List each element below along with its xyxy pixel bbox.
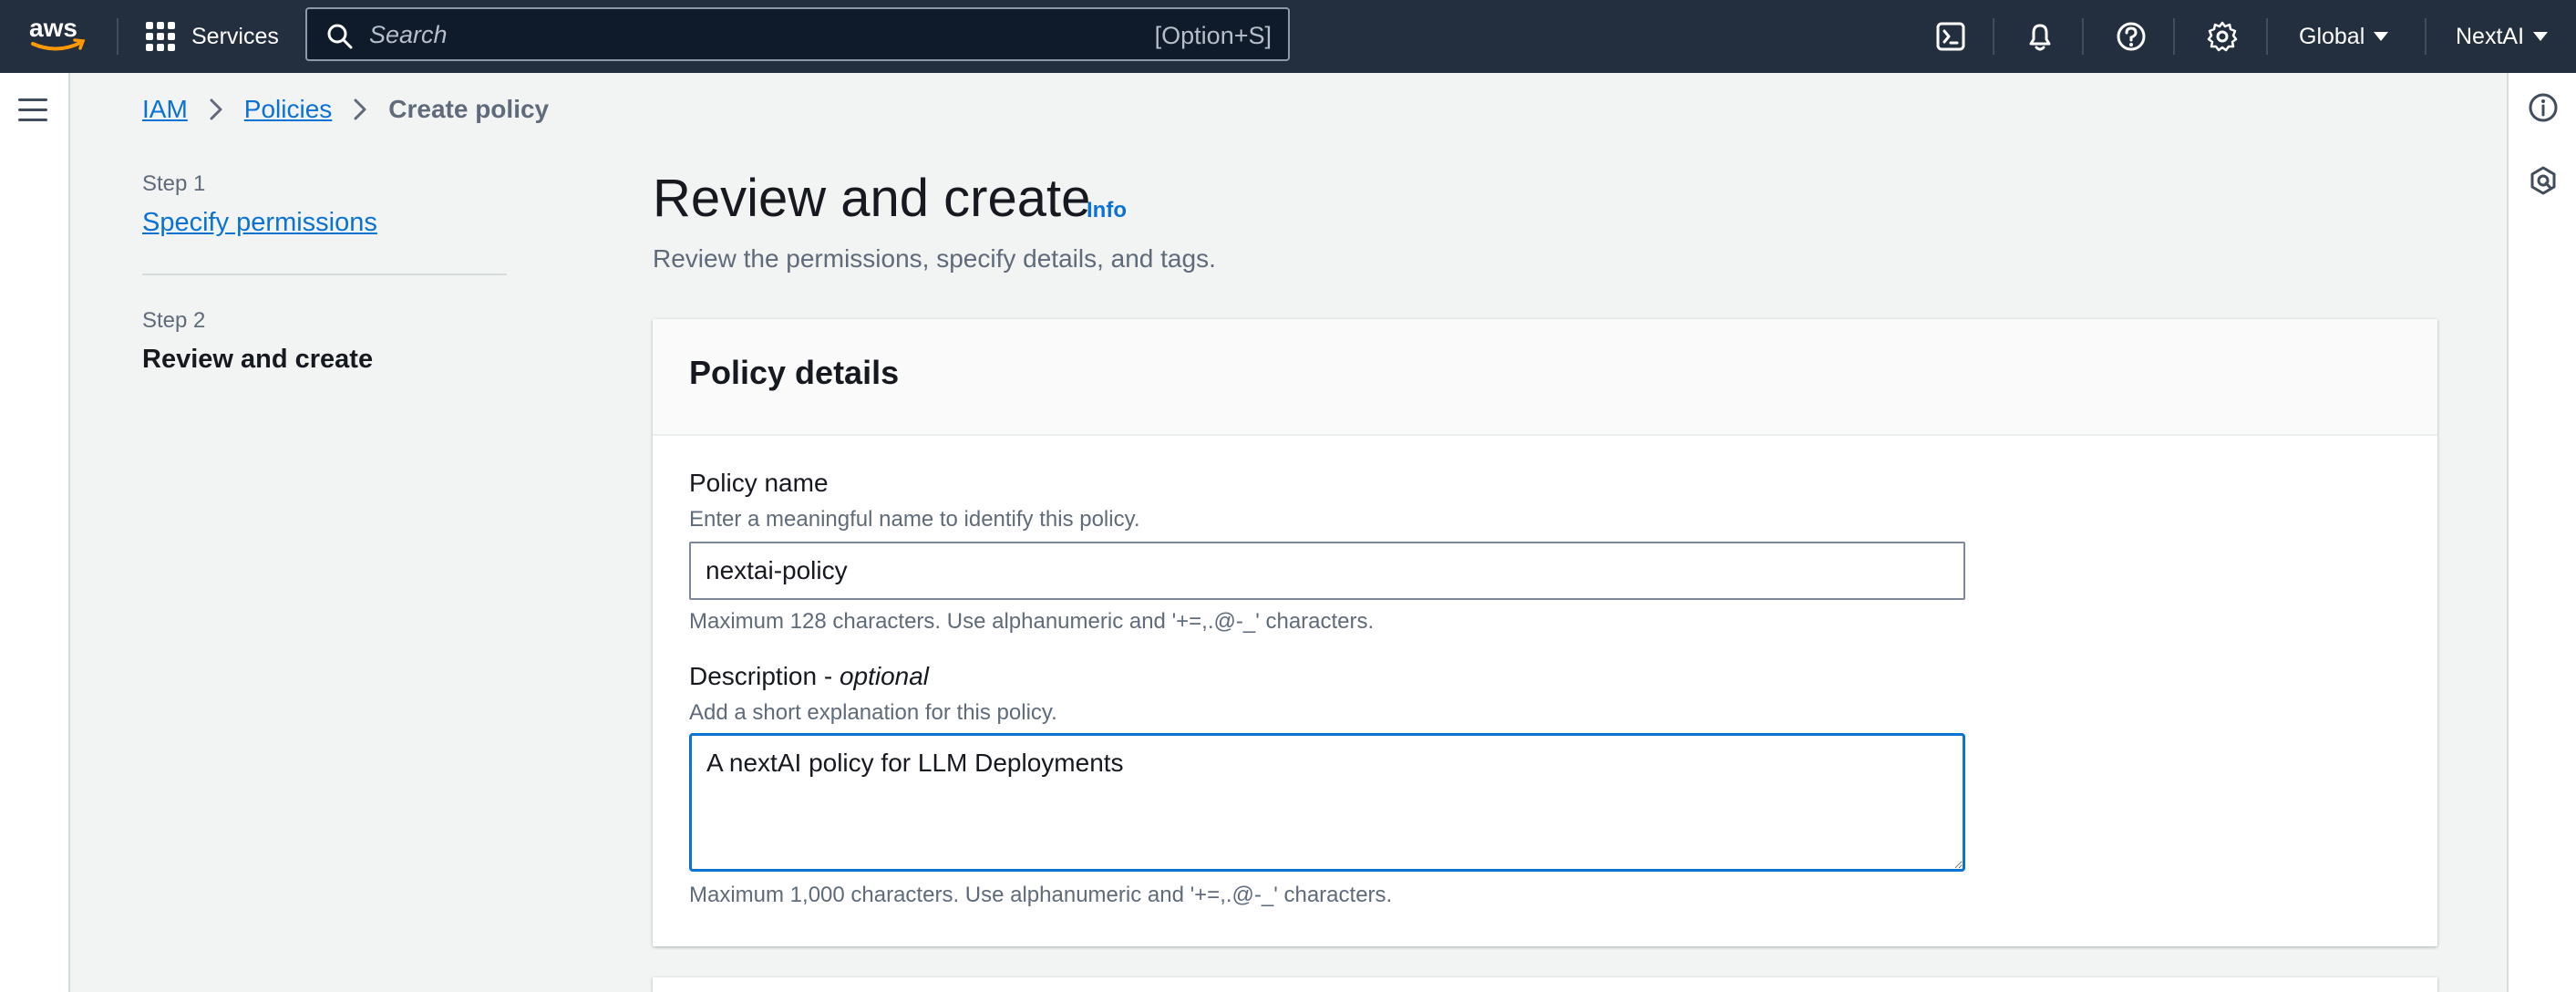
page-description: Review the permissions, specify details,… — [653, 244, 1216, 273]
page-title: Review and create — [653, 169, 1091, 228]
nav-divider — [2425, 18, 2427, 55]
step-review-and-create: Review and create — [142, 345, 374, 374]
top-navigation: aws Services [Option+S] — [0, 0, 2576, 73]
next-panel — [653, 977, 2437, 992]
policy-name-description: Enter a meaningful name to identify this… — [689, 507, 1140, 532]
breadcrumb-iam-link[interactable]: IAM — [142, 95, 188, 124]
breadcrumb-current: Create policy — [388, 95, 550, 123]
policy-details-panel: Policy details Policy name Enter a meani… — [653, 319, 2437, 946]
nav-divider — [1993, 18, 1994, 55]
policy-name-constraint: Maximum 128 characters. Use alphanumeric… — [689, 609, 1375, 634]
info-panel-icon[interactable] — [2527, 91, 2560, 124]
step-1-label: Step 1 — [142, 171, 206, 196]
account-menu[interactable]: NextAI — [2456, 18, 2549, 55]
chevron-right-icon — [210, 98, 222, 120]
tools-rail — [2507, 73, 2576, 992]
svg-text:aws: aws — [29, 14, 77, 42]
help-icon[interactable] — [2113, 18, 2149, 55]
region-selector[interactable]: Global — [2299, 18, 2389, 55]
account-label: NextAI — [2456, 23, 2525, 49]
search-input[interactable] — [369, 16, 1098, 53]
nav-divider — [117, 18, 118, 55]
nav-divider — [2173, 18, 2175, 55]
breadcrumb: IAM Policies Create policy — [142, 95, 549, 124]
global-search[interactable]: [Option+S] — [305, 7, 1290, 61]
settings-icon[interactable] — [2204, 18, 2241, 55]
description-textarea[interactable]: A nextAI policy for LLM Deployments — [689, 733, 1965, 872]
search-shortcut-hint: [Option+S] — [1154, 22, 1272, 49]
caret-down-icon — [2533, 32, 2549, 41]
nav-divider — [2082, 18, 2084, 55]
step-2-label: Step 2 — [142, 308, 206, 333]
policy-name-label: Policy name — [689, 469, 829, 497]
step-specify-permissions-link[interactable]: Specify permissions — [142, 208, 377, 238]
amazon-q-icon[interactable] — [2527, 164, 2560, 197]
region-label: Global — [2299, 23, 2365, 49]
panel-title: Policy details — [689, 354, 900, 391]
services-label: Services — [191, 23, 279, 49]
policy-name-input[interactable] — [689, 542, 1965, 600]
services-grid-icon — [146, 22, 175, 51]
description-constraint: Maximum 1,000 characters. Use alphanumer… — [689, 883, 1393, 907]
optional-tag: optional — [839, 662, 930, 690]
description-label: Description - optional — [689, 662, 930, 690]
chevron-right-icon — [354, 98, 366, 120]
aws-logo[interactable]: aws — [27, 13, 88, 55]
nav-divider — [2266, 18, 2268, 55]
notifications-icon[interactable] — [2022, 18, 2058, 55]
info-link[interactable]: Info — [1087, 198, 1127, 223]
cloudshell-icon[interactable] — [1932, 18, 1969, 55]
caret-down-icon — [2374, 32, 2389, 41]
side-navigation-rail — [0, 73, 70, 992]
description-help: Add a short explanation for this policy. — [689, 700, 1057, 725]
services-menu-button[interactable]: Services — [146, 18, 279, 55]
menu-toggle-icon[interactable] — [18, 98, 47, 122]
step-divider — [142, 274, 507, 275]
breadcrumb-policies-link[interactable]: Policies — [244, 95, 332, 124]
panel-header: Policy details — [653, 319, 2437, 436]
search-icon — [327, 24, 353, 49]
